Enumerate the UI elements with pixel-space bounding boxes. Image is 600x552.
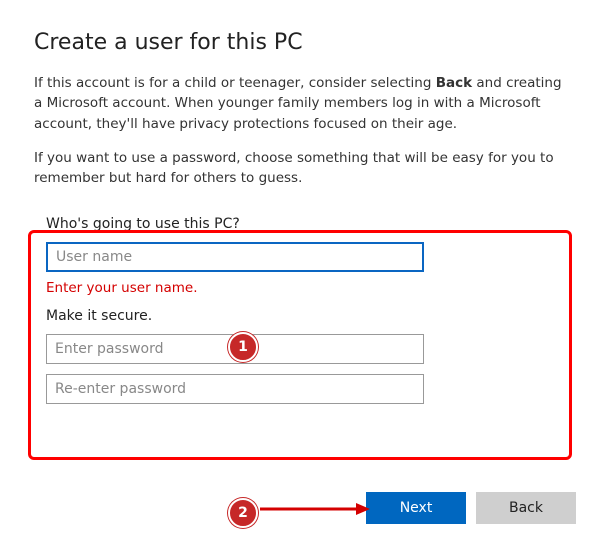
annotation-badge-2: 2	[228, 498, 258, 528]
intro-1-pre: If this account is for a child or teenag…	[34, 75, 436, 91]
button-bar: Next Back	[366, 492, 576, 524]
intro-paragraph-1: If this account is for a child or teenag…	[34, 73, 566, 134]
create-user-page: Create a user for this PC If this accoun…	[0, 0, 600, 432]
password-input[interactable]	[46, 334, 424, 364]
annotation-arrow-icon	[260, 502, 370, 516]
page-title: Create a user for this PC	[34, 30, 566, 55]
intro-paragraph-2: If you want to use a password, choose so…	[34, 148, 566, 189]
user-form: Who's going to use this PC? Enter your u…	[34, 202, 566, 432]
next-button[interactable]: Next	[366, 492, 466, 524]
username-input[interactable]	[46, 242, 424, 272]
who-label: Who's going to use this PC?	[46, 216, 554, 232]
back-button[interactable]: Back	[476, 492, 576, 524]
intro-1-bold: Back	[436, 75, 472, 91]
secure-label: Make it secure.	[46, 308, 554, 324]
confirm-password-input[interactable]	[46, 374, 424, 404]
username-error: Enter your user name.	[46, 280, 554, 296]
